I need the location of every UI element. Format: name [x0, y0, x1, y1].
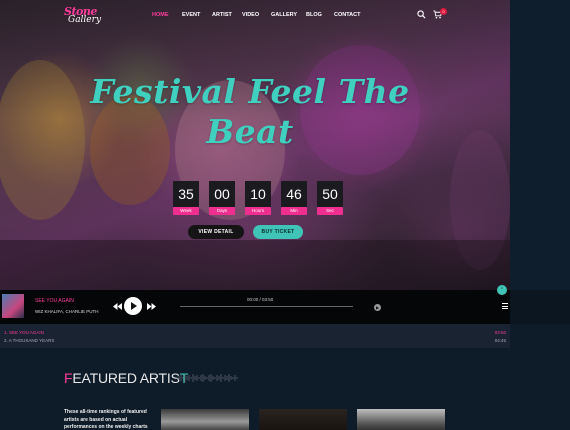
sound-wave-decoration: [176, 374, 238, 382]
playlist-item[interactable]: 1. SEE YOU AGAIN: [4, 330, 44, 335]
next-icon[interactable]: [147, 303, 156, 310]
artist-card[interactable]: [357, 409, 445, 430]
logo-line-2: Gallery: [68, 15, 102, 25]
section-title: FEATURED ARTIST: [64, 370, 188, 386]
music-player: [0, 290, 510, 324]
hero-title-line-2: Beat: [206, 112, 294, 151]
countdown-sec: 50 Sec: [317, 181, 343, 215]
hero-title-line-1: Festival Feel The: [90, 72, 410, 111]
now-playing-title: SEE YOU AGAIN: [35, 298, 74, 304]
progress-track[interactable]: [180, 306, 353, 307]
countdown-value: 00: [209, 181, 235, 207]
nav-blog[interactable]: BLOG: [306, 12, 322, 18]
countdown-label: Week: [173, 207, 199, 215]
play-icon[interactable]: [124, 297, 142, 315]
artist-card[interactable]: [259, 409, 347, 430]
playlist-duration: 03:50: [494, 330, 506, 335]
player-time: 00:00 / 03:50: [247, 297, 274, 302]
buy-ticket-button[interactable]: BUY TICKET: [253, 225, 303, 239]
playlist-side: [510, 324, 570, 348]
menu-icon[interactable]: [502, 303, 508, 311]
chevron-up-icon[interactable]: ⌃: [497, 285, 507, 295]
previous-icon[interactable]: [113, 303, 122, 310]
search-icon[interactable]: [417, 10, 426, 19]
volume-icon[interactable]: ▶: [374, 304, 381, 311]
countdown-label: Days: [209, 207, 235, 215]
featured-description: These all-time rankings of featured arti…: [64, 409, 148, 430]
playlist-item[interactable]: 2. A THOUSAND YEARS: [4, 338, 54, 343]
countdown-label: Min: [281, 207, 307, 215]
countdown-value: 35: [173, 181, 199, 207]
nav-event[interactable]: EVENT: [182, 12, 200, 18]
countdown-days: 00 Days: [209, 181, 235, 215]
side-panel: [510, 0, 570, 290]
title-middle: EATURED ARTIS: [72, 370, 180, 386]
player-side: [510, 290, 570, 324]
nav-contact[interactable]: CONTACT: [334, 12, 360, 18]
view-detail-button[interactable]: VIEW DETAIL: [188, 225, 244, 239]
countdown-value: 10: [245, 181, 271, 207]
site-logo[interactable]: Stone Gallery: [62, 5, 102, 29]
nav-home[interactable]: HOME: [152, 12, 169, 18]
nav-artist[interactable]: ARTIST: [212, 12, 232, 18]
countdown-value: 46: [281, 181, 307, 207]
playlist-duration: 04:45: [494, 338, 506, 343]
countdown-min: 46 Min: [281, 181, 307, 215]
playlist: [0, 324, 510, 348]
now-playing-artist: WIZ KHALIFA, CHARLIE PUTH: [35, 309, 99, 314]
nav-gallery[interactable]: GALLERY: [271, 12, 297, 18]
artist-card[interactable]: [161, 409, 249, 430]
nav-video[interactable]: VIDEO: [242, 12, 259, 18]
hero-title: Festival Feel The Beat: [60, 72, 440, 152]
countdown-label: Hours: [245, 207, 271, 215]
countdown-hours: 10 Hours: [245, 181, 271, 215]
album-art: [2, 294, 24, 318]
countdown-week: 35 Week: [173, 181, 199, 215]
countdown-value: 50: [317, 181, 343, 207]
countdown-label: Sec: [317, 207, 343, 215]
page: Stone Gallery HOME EVENT ARTIST VIDEO GA…: [0, 0, 570, 430]
cart-count-badge: 0: [440, 8, 447, 15]
